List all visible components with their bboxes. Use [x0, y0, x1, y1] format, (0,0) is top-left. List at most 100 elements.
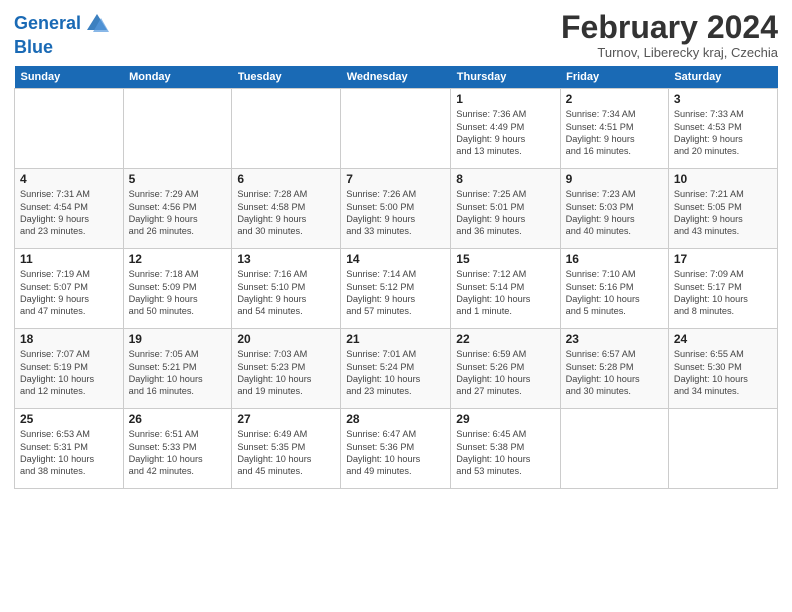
- day-number: 14: [346, 252, 445, 266]
- weekday-header-wednesday: Wednesday: [341, 66, 451, 89]
- calendar-cell: 12 Sunrise: 7:18 AM Sunset: 5:09 PM Dayli…: [123, 249, 232, 329]
- calendar-cell: 4Sunrise: 7:31 AM Sunset: 4:54 PM Daylig…: [15, 169, 124, 249]
- day-number: 22: [456, 332, 554, 346]
- calendar-cell: 5 Sunrise: 7:29 AM Sunset: 4:56 PM Daylig…: [123, 169, 232, 249]
- weekday-header-tuesday: Tuesday: [232, 66, 341, 89]
- week-row-2: 4Sunrise: 7:31 AM Sunset: 4:54 PM Daylig…: [15, 169, 778, 249]
- weekday-header-thursday: Thursday: [451, 66, 560, 89]
- logo-blue: Blue: [14, 38, 111, 58]
- day-number: 7: [346, 172, 445, 186]
- calendar-body: 1 Sunrise: 7:36 AM Sunset: 4:49 PM Daylig…: [15, 89, 778, 489]
- day-info: Sunrise: 7:25 AM Sunset: 5:01 PM Dayligh…: [456, 188, 554, 238]
- week-row-1: 1 Sunrise: 7:36 AM Sunset: 4:49 PM Daylig…: [15, 89, 778, 169]
- month-title: February 2024: [561, 10, 778, 45]
- day-number: 5: [129, 172, 227, 186]
- calendar-cell: 8 Sunrise: 7:25 AM Sunset: 5:01 PM Daylig…: [451, 169, 560, 249]
- day-info: Sunrise: 7:18 AM Sunset: 5:09 PM Dayligh…: [129, 268, 227, 318]
- day-number: 28: [346, 412, 445, 426]
- day-info: Sunrise: 7:05 AM Sunset: 5:21 PM Dayligh…: [129, 348, 227, 398]
- day-number: 8: [456, 172, 554, 186]
- day-number: 11: [20, 252, 118, 266]
- calendar-cell: [232, 89, 341, 169]
- day-info: Sunrise: 7:07 AM Sunset: 5:19 PM Dayligh…: [20, 348, 118, 398]
- calendar-cell: 1 Sunrise: 7:36 AM Sunset: 4:49 PM Daylig…: [451, 89, 560, 169]
- calendar-cell: 26Sunrise: 6:51 AM Sunset: 5:33 PM Dayli…: [123, 409, 232, 489]
- day-info: Sunrise: 7:16 AM Sunset: 5:10 PM Dayligh…: [237, 268, 335, 318]
- calendar-cell: 6 Sunrise: 7:28 AM Sunset: 4:58 PM Daylig…: [232, 169, 341, 249]
- day-number: 12: [129, 252, 227, 266]
- logo-text: General: [14, 14, 81, 34]
- calendar-cell: [560, 409, 668, 489]
- week-row-4: 18 Sunrise: 7:07 AM Sunset: 5:19 PM Dayli…: [15, 329, 778, 409]
- day-info: Sunrise: 7:31 AM Sunset: 4:54 PM Dayligh…: [20, 188, 118, 238]
- day-number: 6: [237, 172, 335, 186]
- calendar-cell: 24Sunrise: 6:55 AM Sunset: 5:30 PM Dayli…: [668, 329, 777, 409]
- calendar-cell: 11 Sunrise: 7:19 AM Sunset: 5:07 PM Dayli…: [15, 249, 124, 329]
- day-info: Sunrise: 7:14 AM Sunset: 5:12 PM Dayligh…: [346, 268, 445, 318]
- calendar-cell: 10 Sunrise: 7:21 AM Sunset: 5:05 PM Dayli…: [668, 169, 777, 249]
- calendar-cell: 21Sunrise: 7:01 AM Sunset: 5:24 PM Dayli…: [341, 329, 451, 409]
- day-info: Sunrise: 7:34 AM Sunset: 4:51 PM Dayligh…: [566, 108, 663, 158]
- calendar-cell: 18 Sunrise: 7:07 AM Sunset: 5:19 PM Dayli…: [15, 329, 124, 409]
- calendar-cell: 27 Sunrise: 6:49 AM Sunset: 5:35 PM Dayli…: [232, 409, 341, 489]
- calendar-cell: 19Sunrise: 7:05 AM Sunset: 5:21 PM Dayli…: [123, 329, 232, 409]
- weekday-header-monday: Monday: [123, 66, 232, 89]
- calendar-cell: 16Sunrise: 7:10 AM Sunset: 5:16 PM Dayli…: [560, 249, 668, 329]
- title-block: February 2024 Turnov, Liberecky kraj, Cz…: [561, 10, 778, 60]
- day-info: Sunrise: 7:29 AM Sunset: 4:56 PM Dayligh…: [129, 188, 227, 238]
- day-number: 10: [674, 172, 772, 186]
- calendar-cell: 17Sunrise: 7:09 AM Sunset: 5:17 PM Dayli…: [668, 249, 777, 329]
- calendar-cell: 23 Sunrise: 6:57 AM Sunset: 5:28 PM Dayli…: [560, 329, 668, 409]
- calendar-cell: 28 Sunrise: 6:47 AM Sunset: 5:36 PM Dayli…: [341, 409, 451, 489]
- calendar-cell: 9 Sunrise: 7:23 AM Sunset: 5:03 PM Daylig…: [560, 169, 668, 249]
- day-info: Sunrise: 7:36 AM Sunset: 4:49 PM Dayligh…: [456, 108, 554, 158]
- day-info: Sunrise: 7:33 AM Sunset: 4:53 PM Dayligh…: [674, 108, 772, 158]
- logo: General Blue: [14, 10, 111, 58]
- day-number: 25: [20, 412, 118, 426]
- day-info: Sunrise: 7:21 AM Sunset: 5:05 PM Dayligh…: [674, 188, 772, 238]
- calendar-cell: 2 Sunrise: 7:34 AM Sunset: 4:51 PM Daylig…: [560, 89, 668, 169]
- weekday-header-row: SundayMondayTuesdayWednesdayThursdayFrid…: [15, 66, 778, 89]
- day-number: 13: [237, 252, 335, 266]
- calendar-cell: [341, 89, 451, 169]
- day-info: Sunrise: 7:23 AM Sunset: 5:03 PM Dayligh…: [566, 188, 663, 238]
- day-info: Sunrise: 7:03 AM Sunset: 5:23 PM Dayligh…: [237, 348, 335, 398]
- weekday-header-saturday: Saturday: [668, 66, 777, 89]
- weekday-header-sunday: Sunday: [15, 66, 124, 89]
- day-number: 15: [456, 252, 554, 266]
- day-info: Sunrise: 7:12 AM Sunset: 5:14 PM Dayligh…: [456, 268, 554, 318]
- day-number: 1: [456, 92, 554, 106]
- calendar-cell: 14 Sunrise: 7:14 AM Sunset: 5:12 PM Dayli…: [341, 249, 451, 329]
- day-info: Sunrise: 7:01 AM Sunset: 5:24 PM Dayligh…: [346, 348, 445, 398]
- week-row-3: 11 Sunrise: 7:19 AM Sunset: 5:07 PM Dayli…: [15, 249, 778, 329]
- day-number: 23: [566, 332, 663, 346]
- weekday-header-friday: Friday: [560, 66, 668, 89]
- day-number: 18: [20, 332, 118, 346]
- calendar-cell: 3 Sunrise: 7:33 AM Sunset: 4:53 PM Daylig…: [668, 89, 777, 169]
- day-number: 3: [674, 92, 772, 106]
- day-number: 16: [566, 252, 663, 266]
- day-info: Sunrise: 6:49 AM Sunset: 5:35 PM Dayligh…: [237, 428, 335, 478]
- logo-icon: [83, 10, 111, 38]
- calendar-cell: [668, 409, 777, 489]
- calendar-cell: 13 Sunrise: 7:16 AM Sunset: 5:10 PM Dayli…: [232, 249, 341, 329]
- calendar-cell: 15 Sunrise: 7:12 AM Sunset: 5:14 PM Dayli…: [451, 249, 560, 329]
- calendar: SundayMondayTuesdayWednesdayThursdayFrid…: [14, 66, 778, 489]
- day-number: 9: [566, 172, 663, 186]
- calendar-cell: 20 Sunrise: 7:03 AM Sunset: 5:23 PM Dayli…: [232, 329, 341, 409]
- calendar-cell: [15, 89, 124, 169]
- day-info: Sunrise: 6:59 AM Sunset: 5:26 PM Dayligh…: [456, 348, 554, 398]
- day-info: Sunrise: 6:51 AM Sunset: 5:33 PM Dayligh…: [129, 428, 227, 478]
- day-info: Sunrise: 6:57 AM Sunset: 5:28 PM Dayligh…: [566, 348, 663, 398]
- day-info: Sunrise: 7:19 AM Sunset: 5:07 PM Dayligh…: [20, 268, 118, 318]
- day-info: Sunrise: 7:28 AM Sunset: 4:58 PM Dayligh…: [237, 188, 335, 238]
- day-number: 27: [237, 412, 335, 426]
- day-number: 20: [237, 332, 335, 346]
- week-row-5: 25Sunrise: 6:53 AM Sunset: 5:31 PM Dayli…: [15, 409, 778, 489]
- day-number: 2: [566, 92, 663, 106]
- calendar-cell: [123, 89, 232, 169]
- calendar-cell: 29Sunrise: 6:45 AM Sunset: 5:38 PM Dayli…: [451, 409, 560, 489]
- day-info: Sunrise: 6:55 AM Sunset: 5:30 PM Dayligh…: [674, 348, 772, 398]
- day-info: Sunrise: 6:45 AM Sunset: 5:38 PM Dayligh…: [456, 428, 554, 478]
- day-info: Sunrise: 6:47 AM Sunset: 5:36 PM Dayligh…: [346, 428, 445, 478]
